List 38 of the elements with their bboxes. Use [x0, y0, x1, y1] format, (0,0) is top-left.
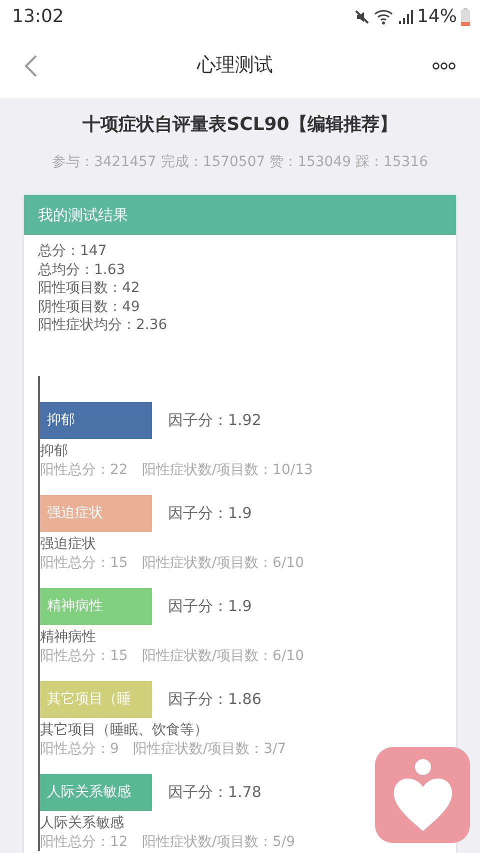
- more-icon[interactable]: [432, 62, 456, 70]
- factor-detail: 阳性总分：22 阳性症状数/项目数：10/13: [40, 462, 313, 478]
- factor-detail: 阳性总分：12 阳性症状数/项目数：5/9: [40, 834, 296, 850]
- summary-line: 阳性项目数：42: [38, 280, 140, 296]
- wifi-icon: [374, 8, 394, 24]
- app-button[interactable]: [375, 747, 470, 843]
- test-title: 十项症状自评量表SCL90【编辑推荐】: [82, 113, 398, 137]
- factor-name: 其它项目（睡眠、饮食等）: [40, 722, 208, 738]
- signal-icon: [398, 10, 413, 24]
- factor-score: 因子分：1.78: [168, 782, 262, 803]
- factor-name: 强迫症状: [40, 536, 96, 552]
- factor-detail: 阳性总分：15 阳性症状数/项目数：6/10: [40, 554, 304, 570]
- factor-bar: 人际关系敏感: [40, 774, 152, 810]
- card-header: 我的测试结果: [24, 195, 456, 235]
- summary-line: 阴性项目数：49: [38, 298, 140, 314]
- factor-score: 因子分：1.92: [168, 410, 262, 431]
- summary-line: 总均分：1.63: [38, 262, 126, 278]
- factor-bar: 其它项目（睡: [40, 680, 152, 718]
- factor-detail: 阳性总分：15 阳性症状数/项目数：6/10: [40, 648, 304, 664]
- factor-bar: 抑郁: [40, 402, 152, 438]
- back-icon[interactable]: [24, 54, 38, 78]
- battery-level: 14%: [416, 5, 457, 29]
- status-time: 13:02: [12, 5, 64, 29]
- factor-score: 因子分：1.9: [168, 502, 252, 524]
- factor-name: 人际关系敏感: [40, 814, 124, 830]
- factor-score: 因子分：1.9: [168, 596, 252, 617]
- summary-line: 总分：147: [38, 243, 107, 259]
- factor-detail: 阳性总分：9 阳性症状数/项目数：3/7: [40, 740, 286, 756]
- factor-score: 因子分：1.86: [168, 688, 262, 710]
- factor-bar: 精神病性: [40, 588, 152, 624]
- factor-name: 精神病性: [40, 628, 96, 644]
- summary-line: 阳性症状均分：2.36: [38, 317, 168, 333]
- mute-icon: [354, 8, 370, 24]
- factor-name: 抑郁: [40, 442, 68, 458]
- test-stats: 参与：3421457 完成：1570507 赞：153049 踩：15316: [52, 153, 428, 172]
- factor-bar: 强迫症状: [40, 494, 152, 532]
- battery-icon: [461, 8, 470, 26]
- page-title: 心理测试: [197, 53, 273, 78]
